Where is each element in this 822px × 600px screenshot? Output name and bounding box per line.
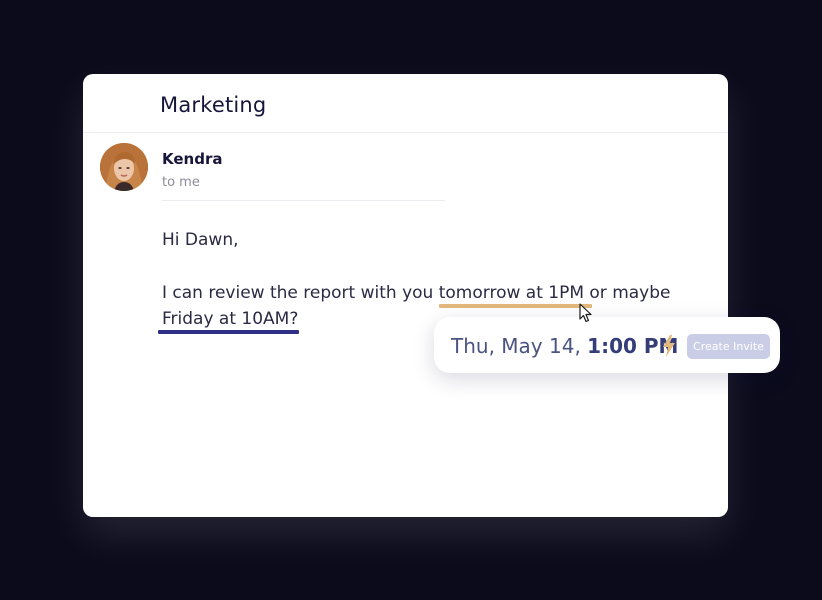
meta-divider xyxy=(162,200,445,201)
time-suggestion-popup: Thu, May 14, 1:00 PM Create Invite xyxy=(434,317,780,373)
arrow-cursor-icon xyxy=(579,303,592,323)
email-header: Marketing xyxy=(83,74,728,133)
detected-time-tomorrow[interactable]: tomorrow at 1PM xyxy=(439,283,584,303)
sender-name: Kendra xyxy=(162,150,223,168)
email-card: Marketing Kendra to me Hi Dawn, I can re… xyxy=(83,74,728,517)
highlight-friday-underline xyxy=(158,330,299,334)
line1-text-pre: I can review the report with you xyxy=(162,283,439,303)
sender-avatar[interactable] xyxy=(100,143,148,191)
lightning-bolt-icon xyxy=(663,335,675,357)
highlight-tomorrow-underline xyxy=(439,304,592,308)
line1-text-post: or maybe xyxy=(584,283,671,303)
email-body-line-1: I can review the report with you tomorro… xyxy=(162,283,671,303)
email-subject: Marketing xyxy=(160,93,267,117)
create-invite-button[interactable]: Create Invite xyxy=(687,334,770,359)
stage: Marketing Kendra to me Hi Dawn, I can re… xyxy=(0,0,822,600)
popup-date: Thu, May 14, xyxy=(451,334,588,358)
email-greeting: Hi Dawn, xyxy=(162,230,239,250)
popup-datetime: Thu, May 14, 1:00 PM xyxy=(451,334,678,358)
email-body-line-2: Friday at 10AM? xyxy=(162,309,298,329)
detected-time-friday[interactable]: Friday at 10AM? xyxy=(162,309,298,329)
recipient-label: to me xyxy=(162,175,200,190)
